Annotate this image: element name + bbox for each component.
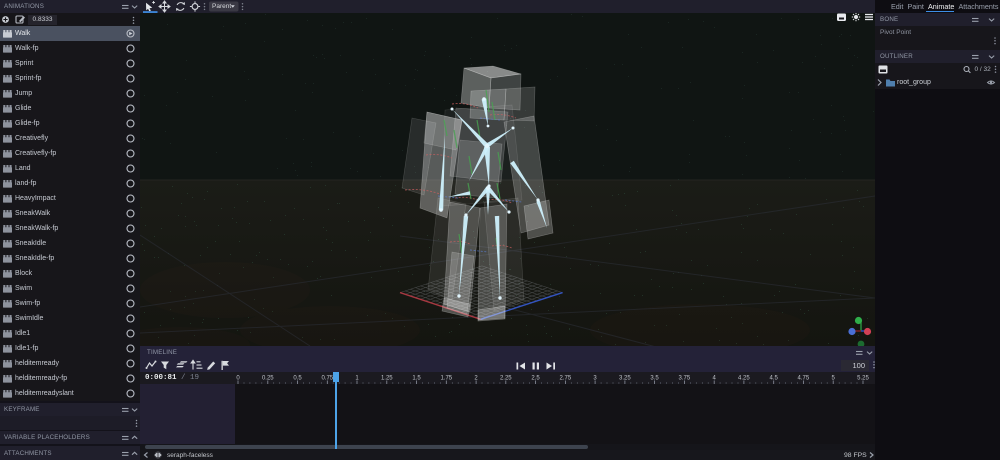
svg-text:1.75: 1.75 [440,376,452,382]
svg-text:4.5: 4.5 [770,376,779,382]
svg-text:2.5: 2.5 [531,376,540,382]
svg-text:0.5: 0.5 [293,376,302,382]
svg-text:0: 0 [236,376,240,382]
svg-text:3.25: 3.25 [619,376,631,382]
svg-text:1: 1 [355,376,359,382]
svg-text:4: 4 [713,376,717,382]
svg-text:4.25: 4.25 [738,376,750,382]
svg-text:4.75: 4.75 [798,376,810,382]
svg-text:1.25: 1.25 [381,376,393,382]
svg-text:5.25: 5.25 [857,376,869,382]
svg-text:5: 5 [832,376,836,382]
svg-text:0.75: 0.75 [321,376,333,382]
svg-text:3.5: 3.5 [650,376,659,382]
svg-text:0.25: 0.25 [262,376,274,382]
svg-text:2.75: 2.75 [560,376,572,382]
svg-text:2: 2 [474,376,478,382]
svg-text:2.25: 2.25 [500,376,512,382]
svg-text:1.5: 1.5 [412,376,421,382]
svg-text:3.75: 3.75 [679,376,691,382]
svg-text:3: 3 [593,376,597,382]
